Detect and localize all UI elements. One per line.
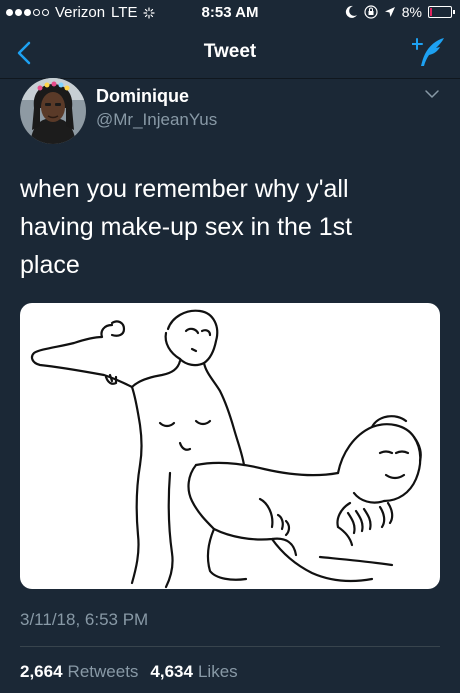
likes-count: 4,634 [150,662,193,681]
retweets-count: 2,664 [20,662,63,681]
likes-stat[interactable]: 4,634 Likes [150,662,237,682]
retweets-stat[interactable]: 2,664 Retweets [20,662,138,682]
avatar[interactable] [20,78,86,144]
status-right: 8% [344,4,455,20]
avatar-image [20,78,86,144]
compose-tweet-icon[interactable] [412,36,446,68]
retweets-label: Retweets [67,662,139,681]
location-arrow-icon [384,7,395,17]
tweet-text: when you remember why y'all having make-… [20,175,353,279]
divider [20,646,440,647]
battery-percent: 8% [401,4,422,20]
tweet-timestamp: 3/11/18, 6:53 PM [20,610,149,629]
nav-bar: Tweet [0,28,460,79]
status-bar: Verizon LTE 8:53 AM 8% [0,0,460,28]
moon-icon [345,5,357,18]
chevron-down-icon[interactable] [424,88,440,100]
user-handle[interactable]: @Mr_InjeanYus [96,110,217,130]
tweet-media-image[interactable] [20,303,440,589]
page-title: Tweet [203,41,257,62]
line-drawing-illustration [30,309,422,589]
battery-icon [428,6,455,18]
orientation-lock-icon [364,5,378,19]
tweet-stats: 2,664 Retweets 4,634 Likes [20,662,250,682]
display-name[interactable]: Dominique [96,86,189,107]
likes-label: Likes [197,662,238,681]
